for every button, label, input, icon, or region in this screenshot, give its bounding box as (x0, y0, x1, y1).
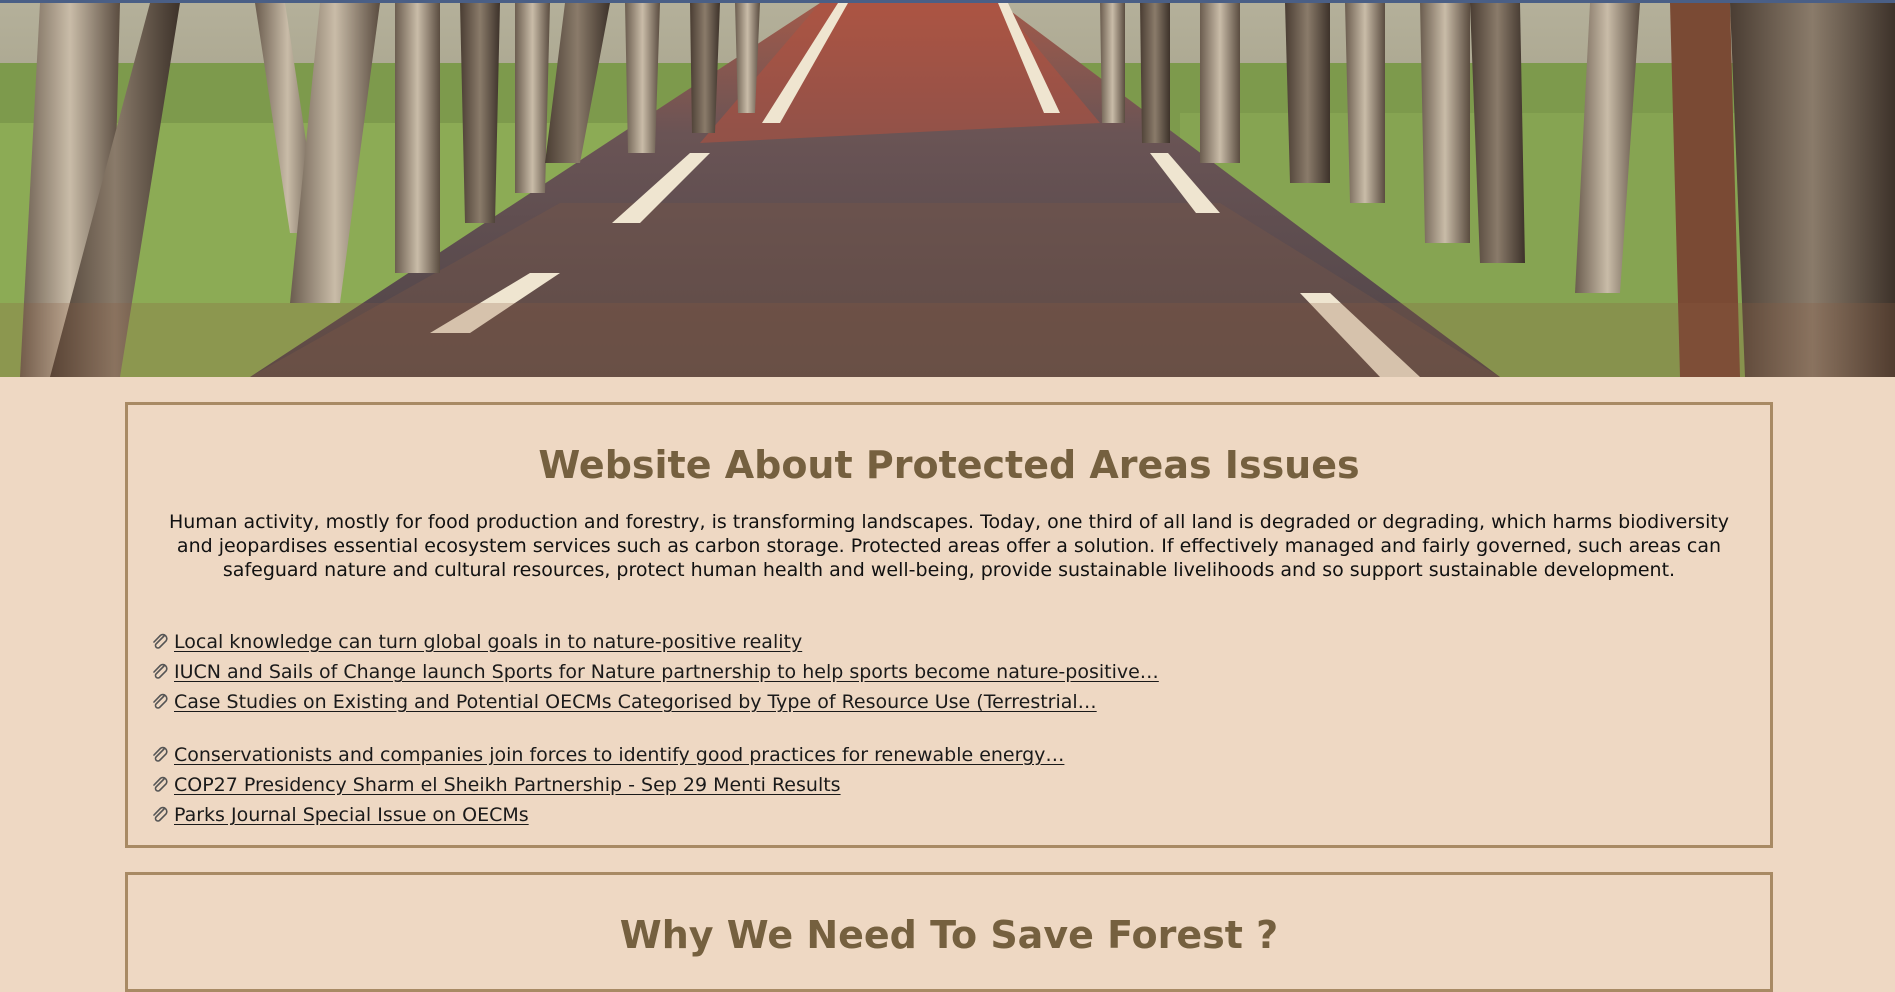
intro-paragraph: Human activity, mostly for food producti… (168, 511, 1730, 581)
forest-road-illustration (0, 3, 1895, 377)
list-item: Case Studies on Existing and Potential O… (150, 687, 1159, 717)
list-item: IUCN and Sails of Change launch Sports f… (150, 657, 1159, 687)
hero-banner-image (0, 0, 1895, 377)
paperclip-icon (153, 806, 168, 822)
list-item: COP27 Presidency Sharm el Sheikh Partner… (150, 770, 1064, 800)
news-link[interactable]: Local knowledge can turn global goals in… (174, 631, 802, 653)
list-item: Local knowledge can turn global goals in… (150, 627, 1159, 657)
news-link-list: Local knowledge can turn global goals in… (150, 627, 1159, 717)
protected-areas-section: Website About Protected Areas Issues Hum… (125, 402, 1773, 848)
section-title: Why We Need To Save Forest ? (619, 913, 1279, 957)
paperclip-icon (153, 693, 168, 709)
news-link[interactable]: Parks Journal Special Issue on OECMs (174, 804, 529, 826)
news-link[interactable]: IUCN and Sails of Change launch Sports f… (174, 661, 1159, 683)
news-link[interactable]: COP27 Presidency Sharm el Sheikh Partner… (174, 774, 841, 796)
news-link[interactable]: Conservationists and companies join forc… (174, 744, 1064, 766)
paperclip-icon (153, 663, 168, 679)
list-item: Parks Journal Special Issue on OECMs (150, 800, 1064, 830)
list-item: Conservationists and companies join forc… (150, 740, 1064, 770)
paperclip-icon (153, 633, 168, 649)
paperclip-icon (153, 746, 168, 762)
news-link[interactable]: Case Studies on Existing and Potential O… (174, 691, 1097, 713)
section-title: Website About Protected Areas Issues (538, 443, 1360, 487)
news-link-list: Conservationists and companies join forc… (150, 740, 1064, 830)
save-forest-section: Why We Need To Save Forest ? (125, 872, 1773, 992)
paperclip-icon (153, 776, 168, 792)
